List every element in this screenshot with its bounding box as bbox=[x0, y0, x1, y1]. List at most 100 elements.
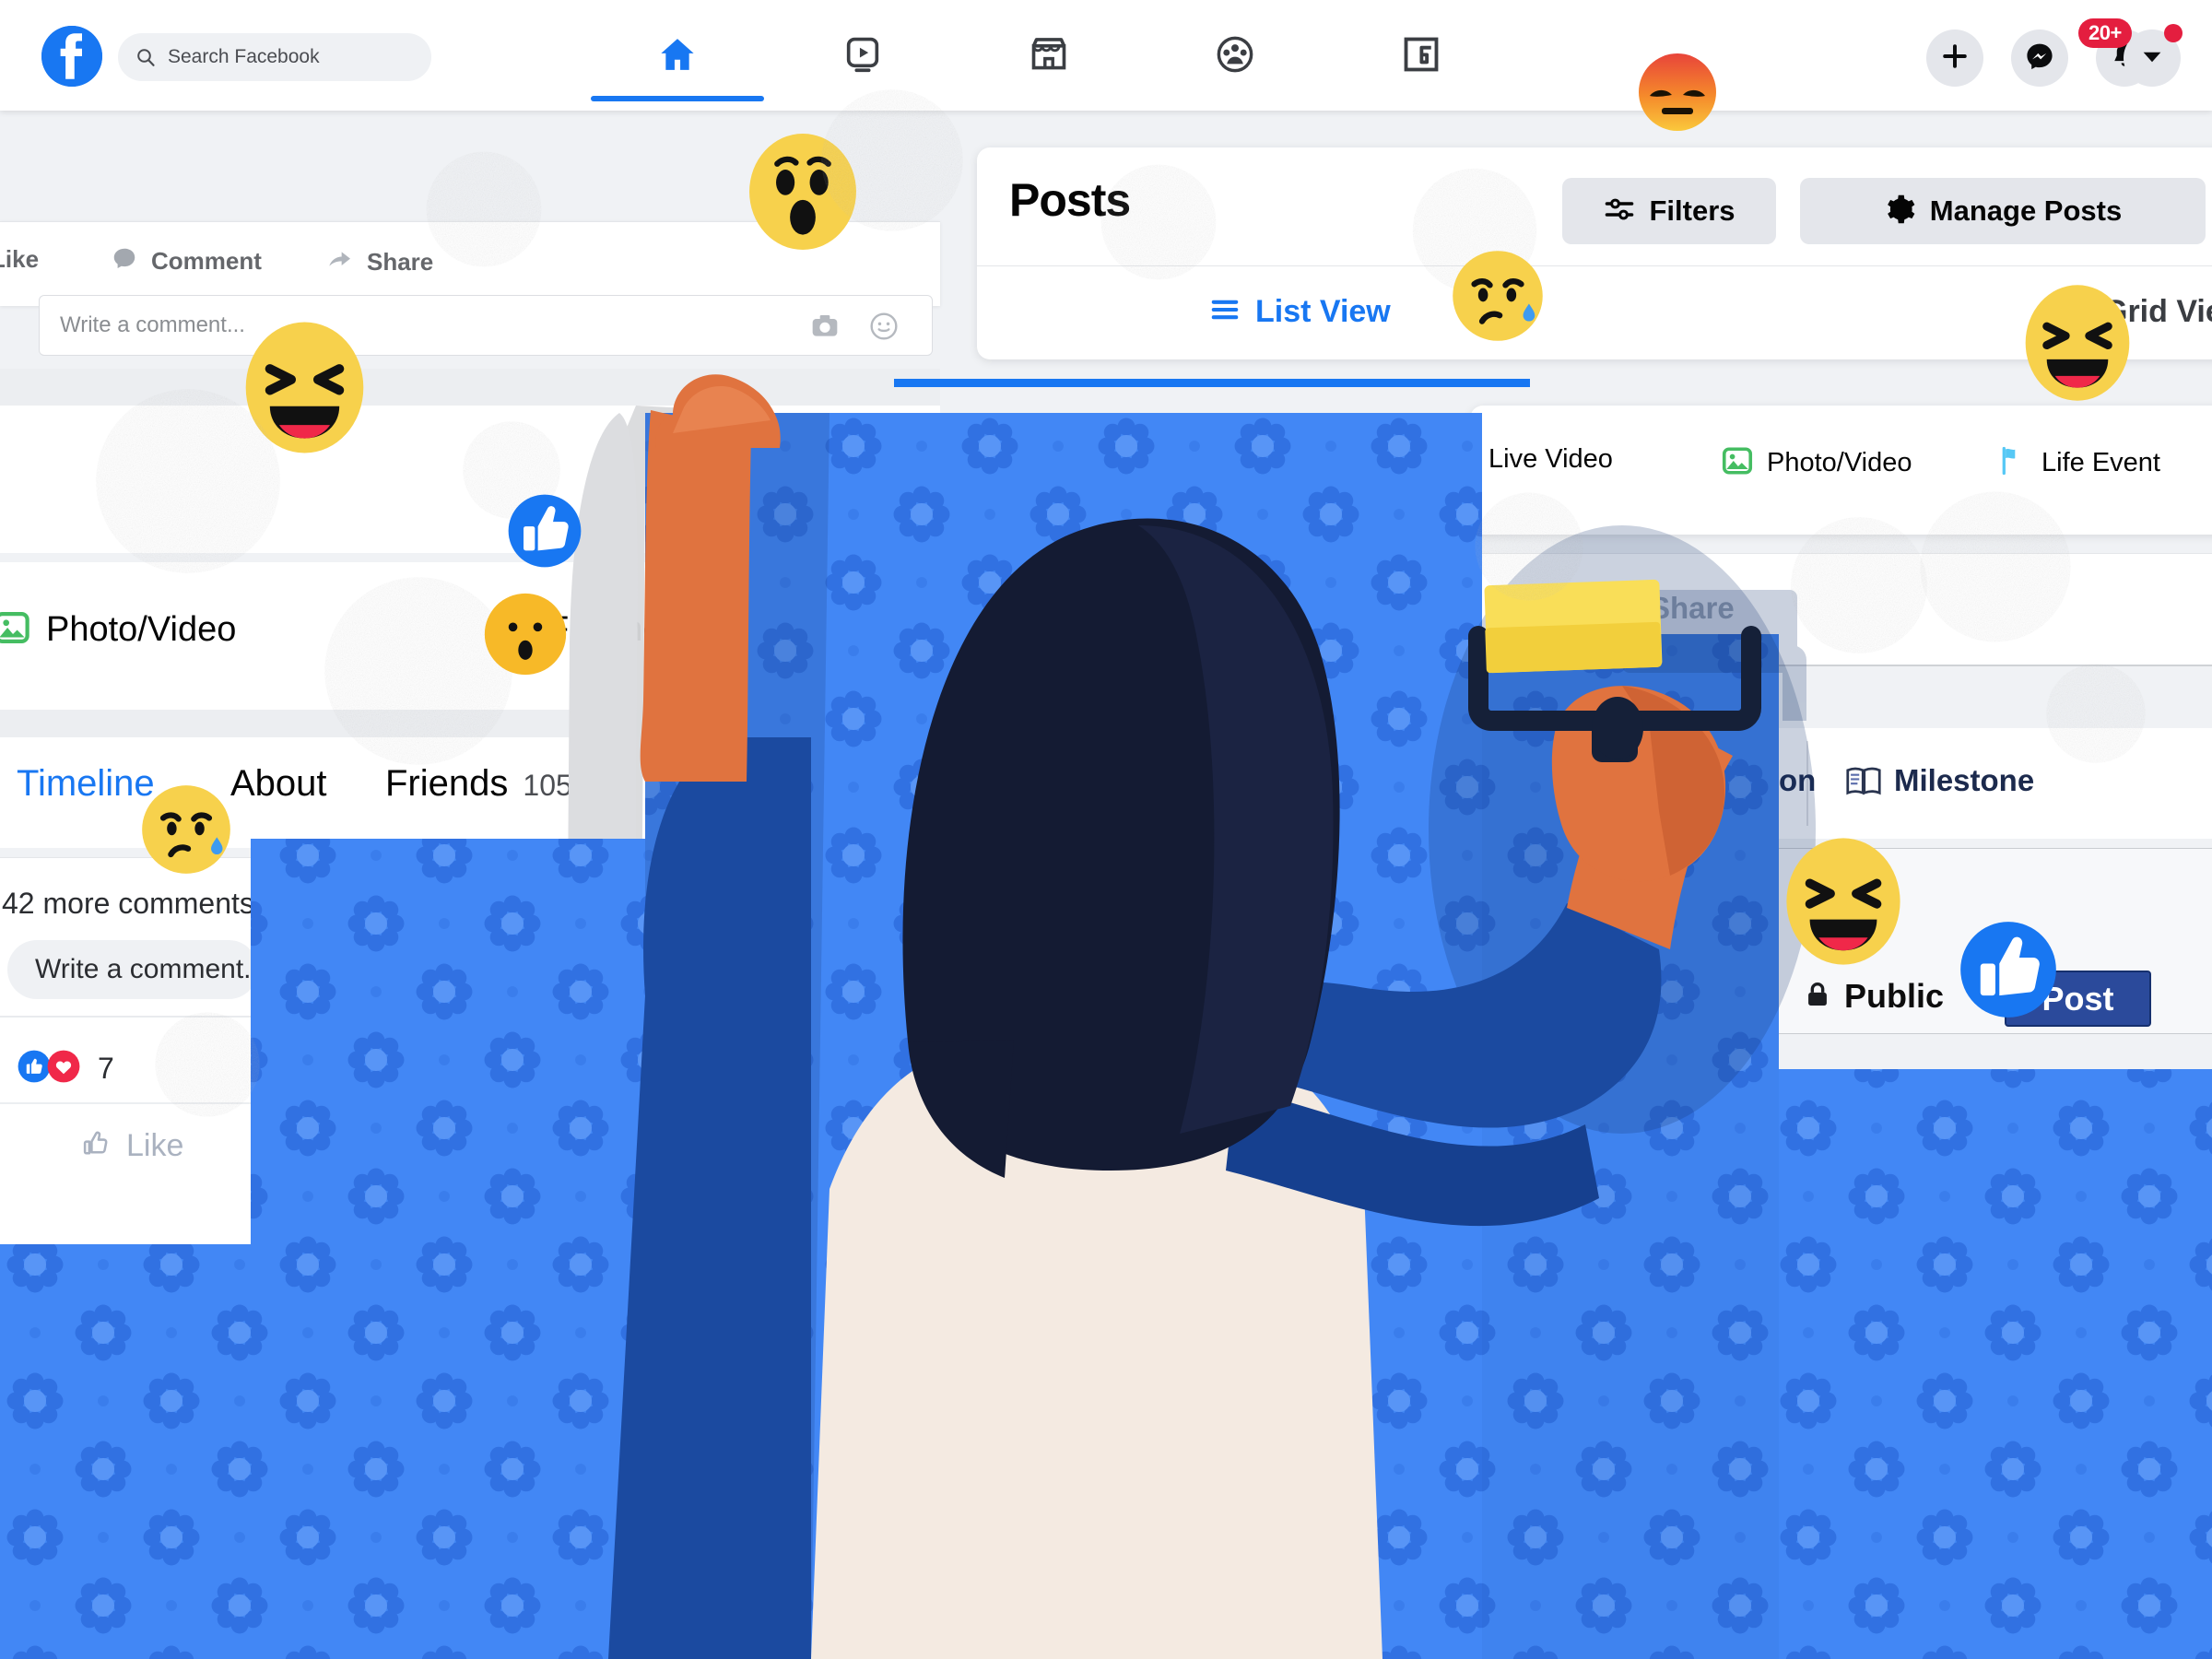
like-label-lower: Like bbox=[126, 1128, 184, 1163]
profile-tab-bar: Timeline About Friends 1055 bbox=[0, 737, 922, 848]
manage-posts-button[interactable]: Manage Posts bbox=[1800, 178, 2206, 244]
share-strip-label: Share bbox=[1650, 591, 1735, 625]
view-more-comments-link[interactable]: w 42 more comments bbox=[0, 887, 254, 921]
milestone-label: Milestone bbox=[1894, 763, 2035, 797]
sidebar-item-gaming[interactable] bbox=[1377, 28, 1465, 85]
feed-panel-blank bbox=[0, 406, 940, 553]
create-button[interactable] bbox=[1926, 29, 1983, 87]
tab-grid-view[interactable]: Grid View bbox=[2055, 292, 2212, 332]
feed-gap bbox=[0, 369, 940, 406]
messenger-button[interactable] bbox=[2011, 29, 2068, 87]
like-action-label: Like bbox=[0, 245, 40, 273]
more-comments-label: 42 more comments bbox=[2, 887, 254, 920]
gaming-icon bbox=[1400, 33, 1442, 80]
feeling-smiley-icon bbox=[494, 608, 533, 652]
composer-life-event[interactable]: Life Event bbox=[1995, 444, 2160, 482]
composer-photo-video-right[interactable]: Photo/Video bbox=[1721, 444, 1912, 482]
smiley-icon[interactable] bbox=[869, 312, 899, 346]
composer-feeling[interactable]: Feeling bbox=[494, 608, 663, 652]
tab-list-view[interactable]: List View bbox=[894, 292, 1530, 387]
share-strip: Share bbox=[1470, 553, 2212, 666]
tab-grid-view-label: Grid View bbox=[2103, 294, 2212, 329]
grid-icon bbox=[2055, 292, 2090, 332]
list-icon bbox=[1207, 292, 1242, 332]
photo-video-icon bbox=[1721, 444, 1754, 482]
active-tab-underline bbox=[894, 379, 1530, 387]
tab-friends[interactable]: Friends 1055 bbox=[385, 763, 589, 805]
reaction-count: 7 bbox=[98, 1052, 114, 1085]
page-title: Posts bbox=[1009, 174, 1131, 226]
sidebar-item-groups[interactable] bbox=[1191, 28, 1279, 85]
tab-timeline-label: Timeline bbox=[17, 763, 155, 804]
chevron-down-icon bbox=[2136, 41, 2168, 76]
app-canvas: Like Comment Share Write a comment... bbox=[0, 0, 2212, 1659]
groups-icon bbox=[1214, 33, 1256, 80]
like-button-lower[interactable]: Like bbox=[78, 1126, 183, 1166]
share-action-label: Share bbox=[367, 248, 434, 276]
search-input[interactable]: Search Facebook bbox=[118, 33, 431, 81]
composer-photo-video-label: Photo/Video bbox=[46, 610, 237, 649]
post-button-label: Post bbox=[2041, 979, 2114, 1018]
tab-timeline[interactable]: Timeline bbox=[17, 763, 155, 805]
composer-feeling-label: Feeling bbox=[547, 610, 663, 649]
post-button[interactable]: Post bbox=[2005, 971, 2151, 1027]
divider bbox=[0, 857, 258, 858]
lock-icon bbox=[1802, 979, 1833, 1015]
composer-photo-video[interactable]: Photo/Video bbox=[0, 608, 236, 652]
watch-play-icon bbox=[841, 33, 884, 80]
life-event-flag-icon bbox=[1995, 444, 2029, 482]
like-action[interactable]: Like bbox=[0, 245, 39, 274]
feed-gap-2 bbox=[0, 710, 922, 737]
milestone-book-icon bbox=[1843, 761, 1884, 806]
facebook-top-navigation: Search Facebook 20+ bbox=[0, 0, 2212, 131]
sidebar-item-watch[interactable] bbox=[818, 28, 907, 85]
account-alert-dot bbox=[2164, 24, 2183, 42]
heart-filled-icon bbox=[46, 1049, 81, 1088]
search-placeholder: Search Facebook bbox=[168, 46, 320, 67]
camera-icon[interactable] bbox=[810, 312, 840, 346]
left-composer-row: Photo/Video Feeling bbox=[0, 562, 935, 710]
view-tab-strip: List View Grid View bbox=[894, 265, 2212, 387]
tab-friends-label: Friends bbox=[385, 763, 509, 804]
composer-live-video-label: Live Video bbox=[1488, 444, 1613, 474]
comment-input-2[interactable]: Write a comment... bbox=[7, 940, 266, 999]
tab-about-label: About bbox=[230, 763, 327, 804]
comment-action-label: Comment bbox=[151, 247, 262, 275]
comment-input-placeholder: Write a comment... bbox=[60, 312, 245, 337]
tab-about[interactable]: About bbox=[230, 763, 327, 805]
composer-photo-video-right-label: Photo/Video bbox=[1767, 448, 1912, 477]
divider-3 bbox=[0, 1102, 258, 1104]
notifications-badge: 20+ bbox=[2078, 18, 2132, 48]
share-action[interactable]: Share bbox=[324, 245, 433, 279]
thumbs-up-outline-icon bbox=[78, 1126, 113, 1166]
photo-video-icon bbox=[0, 608, 31, 652]
search-icon bbox=[135, 46, 157, 68]
share-arrow-icon bbox=[1590, 594, 1627, 636]
comment-action[interactable]: Comment bbox=[111, 245, 262, 277]
filters-label: Filters bbox=[1649, 194, 1735, 227]
composer-live-video[interactable]: Live Video bbox=[1488, 444, 1613, 475]
facebook-logo-icon[interactable] bbox=[41, 26, 102, 87]
active-nav-underline bbox=[591, 96, 764, 101]
marketplace-store-icon bbox=[1028, 33, 1070, 80]
composer-life-event-label: Life Event bbox=[2041, 448, 2160, 477]
comment-input[interactable]: Write a comment... bbox=[39, 295, 933, 356]
tab-list-view-label: List View bbox=[1255, 294, 1391, 329]
sidebar-item-home[interactable] bbox=[633, 28, 722, 85]
reaction-summary[interactable]: 7 bbox=[17, 1049, 114, 1088]
share-arrow-icon bbox=[324, 245, 354, 279]
audience-selector[interactable]: Public bbox=[1802, 977, 1990, 1016]
sidebar-item-marketplace[interactable] bbox=[1005, 28, 1093, 85]
manage-posts-label: Manage Posts bbox=[1929, 194, 2123, 227]
divider-2 bbox=[0, 1016, 258, 1018]
angry-reaction-avatar[interactable] bbox=[1631, 46, 1724, 138]
tab-friends-count: 1055 bbox=[523, 769, 589, 802]
home-icon bbox=[656, 33, 699, 80]
milestone-partial-label: on bbox=[1779, 763, 1817, 797]
milestone-panel: Milestone bbox=[1770, 728, 2212, 839]
chevron-down-icon[interactable] bbox=[1962, 981, 1990, 1013]
filters-button[interactable]: Filters bbox=[1562, 178, 1776, 244]
messenger-icon bbox=[2024, 41, 2055, 76]
gear-icon bbox=[1884, 193, 1917, 230]
audience-label: Public bbox=[1844, 977, 1945, 1015]
